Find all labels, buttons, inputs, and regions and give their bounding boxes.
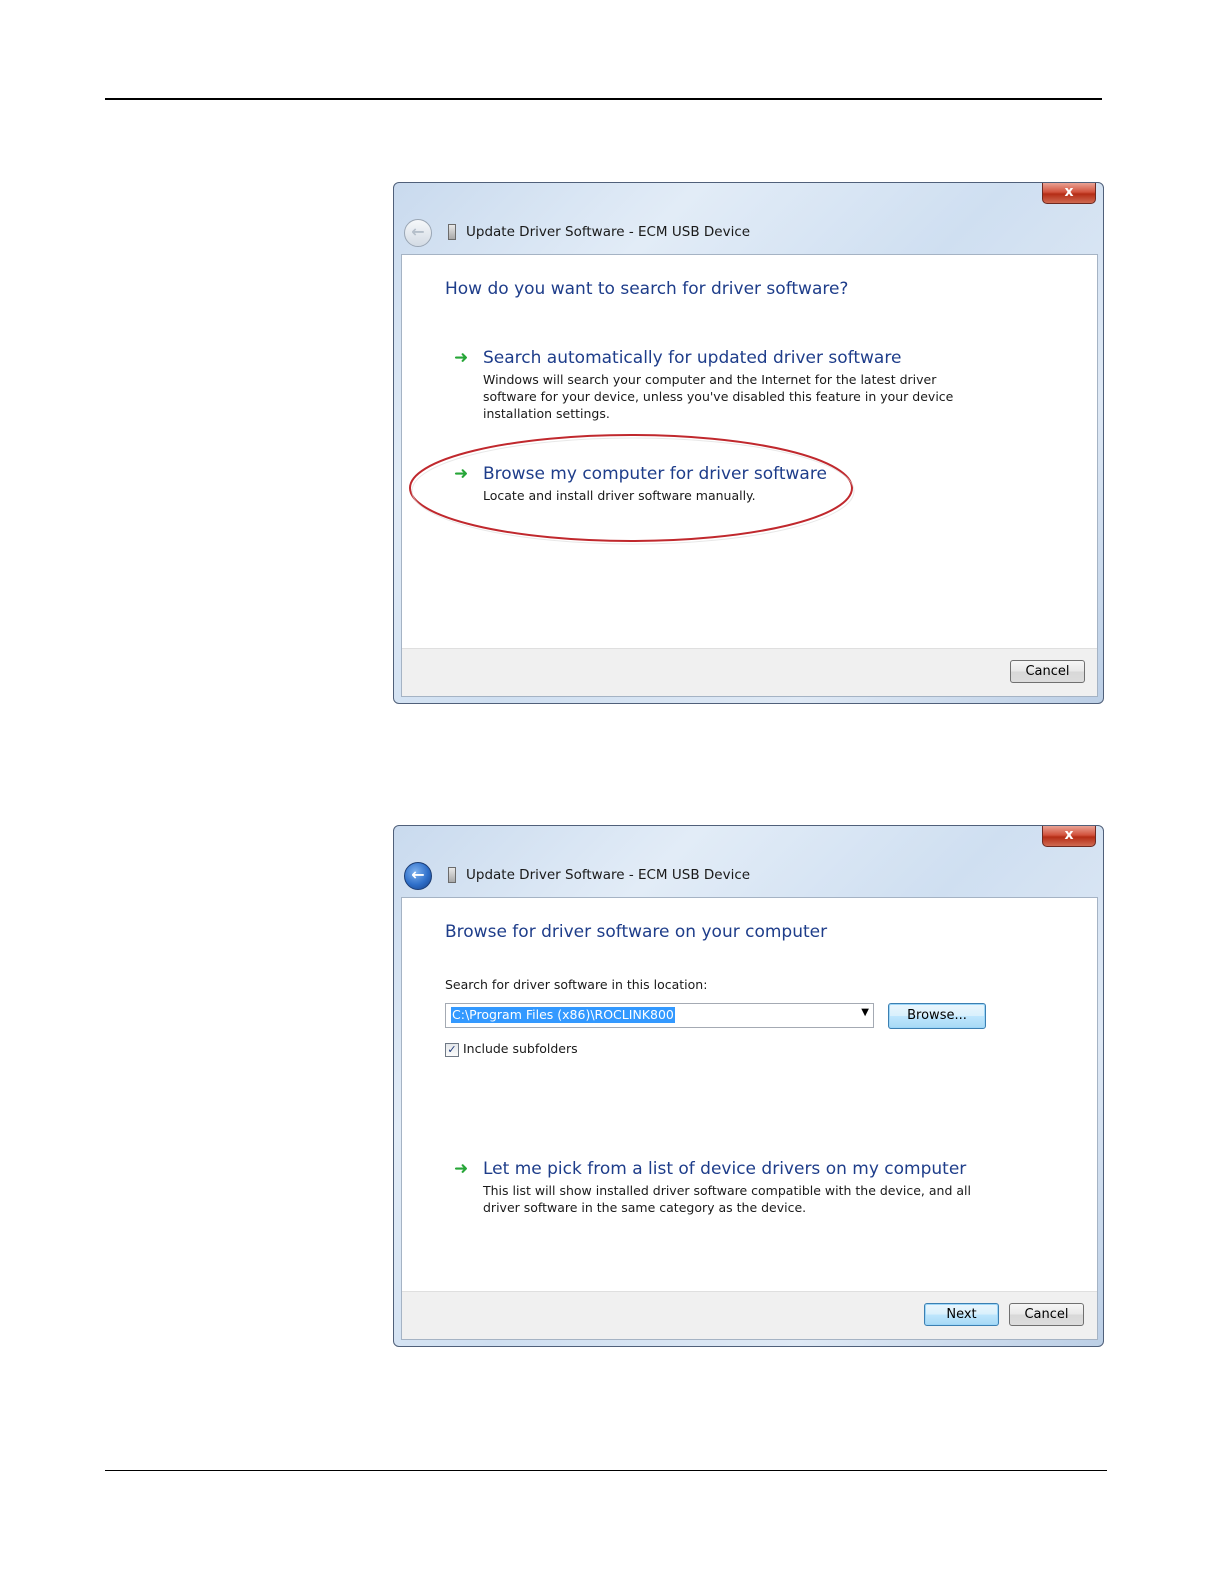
green-arrow-icon: ➜ xyxy=(454,1159,469,1179)
option-description: Locate and install driver software manua… xyxy=(483,488,756,503)
header-rule xyxy=(105,98,1102,100)
dropdown-arrow-icon[interactable]: ▼ xyxy=(861,1007,869,1018)
page-heading: Browse for driver software on your compu… xyxy=(445,922,828,942)
update-driver-dialog-browse: x ← Update Driver Software - ECM USB Dev… xyxy=(393,825,1104,1347)
location-label: Search for driver software in this locat… xyxy=(445,977,708,992)
dialog-content: Browse for driver software on your compu… xyxy=(401,897,1098,1340)
dialog-content: How do you want to search for driver sof… xyxy=(401,254,1098,697)
green-arrow-icon: ➜ xyxy=(454,348,469,368)
footer-rule xyxy=(105,1470,1107,1471)
option-title[interactable]: Browse my computer for driver software xyxy=(483,463,827,485)
location-value: C:\Program Files (x86)\ROCLINK800 xyxy=(451,1007,675,1023)
option-title[interactable]: Let me pick from a list of device driver… xyxy=(483,1158,966,1180)
close-icon: x xyxy=(1064,827,1074,843)
include-subfolders-label[interactable]: Include subfolders xyxy=(463,1041,578,1056)
option-description: This list will show installed driver sof… xyxy=(483,1183,971,1215)
close-button[interactable]: x xyxy=(1042,826,1096,847)
dialog-title: Update Driver Software - ECM USB Device xyxy=(466,224,751,240)
next-button[interactable]: Next xyxy=(924,1303,999,1326)
page-heading: How do you want to search for driver sof… xyxy=(445,279,849,299)
close-button[interactable]: x xyxy=(1042,183,1096,204)
option-title[interactable]: Search automatically for updated driver … xyxy=(483,347,901,369)
update-driver-dialog-search: x ← Update Driver Software - ECM USB Dev… xyxy=(393,182,1104,704)
back-arrow-icon[interactable]: ← xyxy=(404,862,432,890)
usb-device-icon xyxy=(448,867,456,883)
dialog-footer: Cancel xyxy=(402,648,1097,696)
back-arrow-icon: ← xyxy=(404,219,432,247)
dialog-footer: Next Cancel xyxy=(402,1291,1097,1339)
option-description: Windows will search your computer and th… xyxy=(483,372,954,421)
usb-device-icon xyxy=(448,224,456,240)
include-subfolders-checkbox[interactable]: ✓ xyxy=(445,1043,459,1057)
checkmark-icon: ✓ xyxy=(447,1043,457,1056)
cancel-button[interactable]: Cancel xyxy=(1010,660,1085,683)
cancel-button[interactable]: Cancel xyxy=(1009,1303,1084,1326)
location-combobox[interactable]: C:\Program Files (x86)\ROCLINK800 ▼ xyxy=(445,1003,874,1028)
close-icon: x xyxy=(1064,184,1074,200)
dialog-title: Update Driver Software - ECM USB Device xyxy=(466,867,751,883)
green-arrow-icon: ➜ xyxy=(454,464,469,484)
browse-button[interactable]: Browse... xyxy=(888,1003,986,1029)
